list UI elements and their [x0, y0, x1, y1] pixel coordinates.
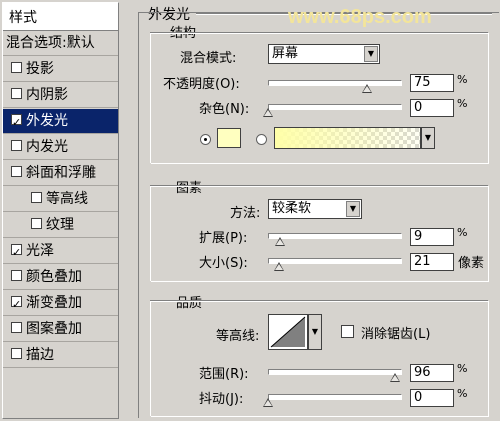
style-item-label: 纹理	[46, 217, 74, 233]
opacity-slider-track[interactable]	[268, 80, 402, 86]
style-item-checkbox[interactable]	[11, 348, 22, 359]
style-item-checkbox[interactable]	[31, 192, 42, 203]
style-item-checkbox[interactable]	[11, 293, 22, 317]
style-item[interactable]: 颜色叠加	[3, 265, 118, 290]
style-item-label: 颜色叠加	[26, 269, 82, 285]
size-label: 大小(S):	[199, 256, 248, 271]
style-item-label: 描边	[26, 347, 54, 363]
style-item[interactable]: 渐变叠加	[3, 291, 118, 317]
antialias-checkbox[interactable]	[341, 325, 354, 338]
style-item-label: 内发光	[26, 139, 68, 155]
spread-slider-track[interactable]	[268, 233, 402, 239]
style-item[interactable]: 图案叠加	[3, 317, 118, 342]
contour-picker[interactable]	[268, 314, 308, 350]
style-item-label: 斜面和浮雕	[26, 165, 96, 181]
style-item[interactable]: 等高线	[3, 187, 118, 212]
style-item[interactable]: 纹理	[3, 213, 118, 238]
style-item-checkbox[interactable]	[11, 241, 22, 265]
style-item-label: 投影	[26, 61, 54, 77]
range-slider-thumb[interactable]	[389, 373, 400, 382]
range-label: 范围(R):	[199, 367, 249, 382]
jitter-input[interactable]: 0	[410, 389, 454, 407]
style-item-checkbox[interactable]	[11, 140, 22, 151]
size-slider-track[interactable]	[268, 258, 402, 264]
size-unit: 像素	[458, 256, 485, 271]
blend-mode-value: 屏幕	[272, 46, 299, 61]
noise-label: 杂色(N):	[199, 102, 250, 117]
style-item-checkbox[interactable]	[11, 111, 22, 135]
style-item-label: 光泽	[26, 243, 54, 259]
style-item[interactable]: 混合选项:默认	[3, 31, 118, 56]
style-item-label: 内阴影	[26, 87, 68, 103]
style-item-checkbox[interactable]	[11, 62, 22, 73]
blend-mode-label: 混合模式:	[180, 51, 237, 66]
chevron-down-icon: ▼	[311, 327, 319, 336]
glow-gradient-picker[interactable]	[274, 127, 421, 149]
antialias-label: 消除锯齿(L)	[361, 327, 431, 342]
gradient-dropdown-button[interactable]: ▼	[421, 127, 435, 149]
chevron-down-icon: ▼	[346, 201, 360, 217]
blend-mode-select[interactable]: 屏幕 ▼	[268, 44, 380, 64]
chevron-down-icon: ▼	[424, 133, 432, 142]
spread-input[interactable]: 9	[410, 228, 454, 246]
opacity-slider-thumb[interactable]	[362, 84, 372, 93]
style-item-checkbox[interactable]	[11, 270, 22, 281]
glow-color-swatch[interactable]	[217, 128, 241, 148]
style-item-label: 渐变叠加	[26, 295, 82, 311]
solid-color-radio[interactable]	[200, 134, 211, 145]
style-item-label: 等高线	[46, 191, 88, 207]
range-input[interactable]: 96	[410, 364, 454, 382]
style-item[interactable]: 投影	[3, 57, 118, 82]
contour-preview-icon	[270, 316, 306, 348]
technique-label: 方法:	[230, 206, 261, 221]
spread-slider-thumb[interactable]	[274, 237, 285, 246]
jitter-slider-track[interactable]	[268, 394, 402, 400]
style-item[interactable]: 光泽	[3, 239, 118, 265]
contour-dropdown-button[interactable]: ▼	[308, 314, 322, 350]
style-item-checkbox[interactable]	[11, 88, 22, 99]
size-input[interactable]: 21	[410, 253, 454, 271]
styles-panel-title: 样式	[3, 3, 118, 31]
gradient-radio[interactable]	[256, 134, 267, 145]
contour-label: 等高线:	[216, 329, 260, 344]
spread-percent: %	[457, 226, 468, 239]
noise-percent: %	[457, 97, 468, 110]
style-item[interactable]: 内阴影	[3, 83, 118, 108]
spread-label: 扩展(P):	[199, 231, 248, 246]
noise-slider-track[interactable]	[268, 104, 402, 110]
technique-select[interactable]: 较柔软 ▼	[268, 199, 362, 219]
jitter-label: 抖动(J):	[199, 392, 244, 407]
noise-input[interactable]: 0	[410, 99, 454, 117]
style-item[interactable]: 斜面和浮雕	[3, 161, 118, 186]
style-item[interactable]: 内发光	[3, 135, 118, 160]
range-slider-track[interactable]	[268, 369, 402, 375]
style-item[interactable]: 描边	[3, 343, 118, 368]
noise-slider-thumb[interactable]	[263, 108, 273, 117]
style-item-checkbox[interactable]	[11, 322, 22, 333]
technique-value: 较柔软	[272, 201, 312, 216]
watermark: www.68ps.com	[288, 6, 432, 28]
style-item[interactable]: 外发光	[3, 109, 118, 135]
style-item-label: 外发光	[26, 113, 68, 129]
opacity-input[interactable]: 75	[410, 74, 454, 92]
size-slider-thumb[interactable]	[274, 262, 285, 271]
jitter-slider-thumb[interactable]	[263, 398, 273, 407]
opacity-label: 不透明度(O):	[163, 77, 240, 92]
styles-panel: 样式 混合选项:默认投影内阴影外发光内发光斜面和浮雕等高线纹理光泽颜色叠加渐变叠…	[2, 2, 119, 419]
style-item-checkbox[interactable]	[11, 166, 22, 177]
style-item-label: 图案叠加	[26, 321, 82, 337]
opacity-percent: %	[457, 73, 468, 86]
style-item-label: 混合选项:默认	[6, 35, 95, 51]
chevron-down-icon: ▼	[364, 46, 378, 62]
range-percent: %	[457, 362, 468, 375]
style-item-checkbox[interactable]	[31, 218, 42, 229]
jitter-percent: %	[457, 387, 468, 400]
